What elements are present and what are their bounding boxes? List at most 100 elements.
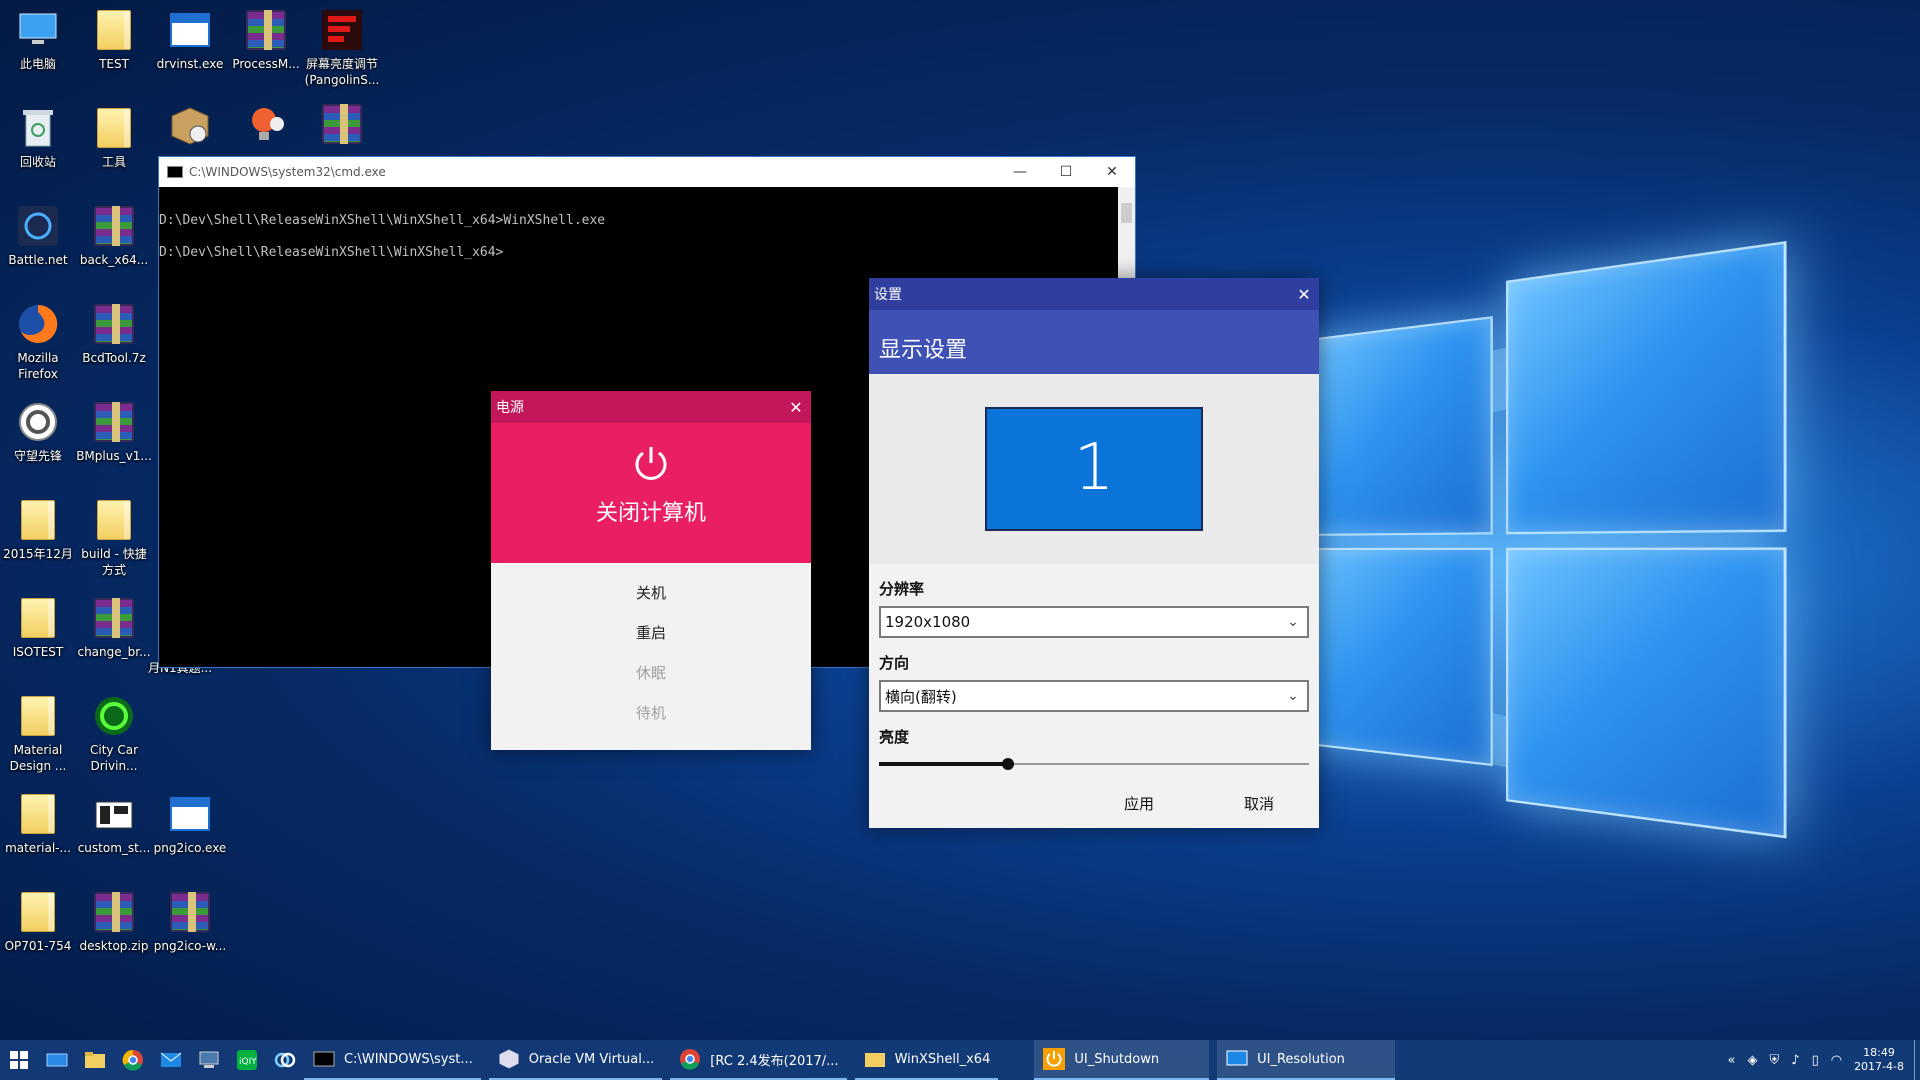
- desktop-icon-firefox[interactable]: Mozilla Firefox: [0, 302, 76, 382]
- desktop-icon-processm[interactable]: ProcessM...: [228, 8, 304, 72]
- clock-time: 18:49: [1854, 1046, 1904, 1060]
- battlenet-icon: [16, 204, 60, 248]
- folder-icon: [84, 1051, 106, 1069]
- desktop-icon-custom-st[interactable]: custom_st...: [76, 792, 152, 856]
- desktop-icon-build-shortcut[interactable]: build - 快捷方式: [76, 498, 152, 578]
- desktop-icon-drvinst[interactable]: drvinst.exe: [152, 8, 228, 72]
- monitor-1[interactable]: 1: [985, 407, 1203, 531]
- hibernate-option: 休眠: [491, 653, 811, 693]
- desktop-icon-rar-top[interactable]: [304, 102, 380, 150]
- power-titlebar[interactable]: 电源 ✕: [491, 391, 811, 423]
- task-view-button[interactable]: [38, 1040, 76, 1080]
- standby-option: 待机: [491, 693, 811, 733]
- desktop-icon-2015-12[interactable]: 2015年12月: [0, 498, 76, 562]
- close-button[interactable]: ✕: [1089, 164, 1135, 180]
- city-car-icon: [92, 694, 136, 738]
- restart-option[interactable]: 重启: [491, 613, 811, 653]
- cmd-console[interactable]: D:\Dev\Shell\ReleaseWinXShell\WinXShell_…: [159, 187, 1135, 269]
- desktop-icon-city-car[interactable]: City Car Drivin...: [76, 694, 152, 774]
- wifi-icon[interactable]: ◠: [1831, 1053, 1842, 1068]
- desktop-icon-material-design[interactable]: Material Design ...: [0, 694, 76, 774]
- rar-icon: [170, 892, 210, 932]
- rar-icon: [94, 892, 134, 932]
- custom-icon: [92, 792, 136, 836]
- computer-icon: [198, 1051, 220, 1069]
- desktop-icon-battlenet[interactable]: Battle.net: [0, 204, 76, 268]
- desktop-icon-bcdtool[interactable]: BcdTool.7z: [76, 302, 152, 366]
- desktop-icon-back-x64[interactable]: back_x64...: [76, 204, 152, 268]
- resolution-select[interactable]: 1920x1080 ⌄: [879, 606, 1309, 638]
- chrome-icon: [122, 1049, 144, 1071]
- display-settings-dialog[interactable]: 设置 ✕ 显示设置 1 分辨率 1920x1080 ⌄ 方向 横向(翻转) ⌄ …: [869, 278, 1319, 828]
- wallpaper-windows-logo: [1300, 281, 1775, 819]
- iqiyi-button[interactable]: iQIY: [228, 1040, 266, 1080]
- apply-button[interactable]: 应用: [1079, 793, 1199, 814]
- resolution-label: 分辨率: [869, 564, 1319, 600]
- rar-icon: [94, 206, 134, 246]
- desktop-icon-op701[interactable]: OP701-754: [0, 890, 76, 954]
- svg-text:iQIY: iQIY: [239, 1057, 257, 1067]
- desktop-icon-brightness[interactable]: 屏幕亮度调节 (PangolinS...: [304, 8, 380, 88]
- desktop-icon-isotest[interactable]: ISOTEST: [0, 596, 76, 660]
- power-icon: [1042, 1047, 1066, 1071]
- shield-icon[interactable]: ⛨: [1770, 1053, 1780, 1068]
- settings-titlebar[interactable]: 设置 ✕: [869, 278, 1319, 310]
- file-explorer-button[interactable]: [76, 1040, 114, 1080]
- desktop-icon-this-pc[interactable]: 此电脑: [0, 8, 76, 72]
- desktop-icon-package[interactable]: [152, 102, 228, 150]
- monitor-preview: 1: [869, 374, 1319, 564]
- slider-thumb[interactable]: [1002, 758, 1014, 770]
- desktop-icon-change-br[interactable]: change_br...: [76, 596, 152, 660]
- rar-icon: [94, 402, 134, 442]
- mail-button[interactable]: [152, 1040, 190, 1080]
- orientation-select[interactable]: 横向(翻转) ⌄: [879, 680, 1309, 712]
- start-button[interactable]: [0, 1040, 38, 1080]
- iqiyi-icon: iQIY: [236, 1049, 258, 1071]
- close-button[interactable]: ✕: [781, 398, 811, 417]
- desktop-icon-bmplus[interactable]: BMplus_v1...: [76, 400, 152, 464]
- folder-icon: [21, 696, 55, 736]
- shutdown-option[interactable]: 关机: [491, 573, 811, 613]
- taskbar-app-chrome[interactable]: [RC 2.4发布(2017/...: [670, 1040, 846, 1080]
- orientation-value: 横向(翻转): [885, 686, 957, 707]
- taskbar-app-virtualbox[interactable]: Oracle VM Virtual...: [489, 1040, 663, 1080]
- close-button[interactable]: ✕: [1289, 285, 1319, 304]
- computer-button[interactable]: [190, 1040, 228, 1080]
- desktop-icon-test[interactable]: TEST: [76, 8, 152, 72]
- volume-icon[interactable]: ♪: [1791, 1053, 1799, 1068]
- minimize-button[interactable]: —: [997, 164, 1043, 180]
- chrome-icon: [678, 1047, 702, 1071]
- desktop-icon-tools[interactable]: 工具: [76, 106, 152, 170]
- power-dialog[interactable]: 电源 ✕ 关闭计算机 关机 重启 休眠 待机: [491, 391, 811, 750]
- desktop-icon-overwatch[interactable]: 守望先锋: [0, 400, 76, 464]
- cmd-titlebar[interactable]: C:\WINDOWS\system32\cmd.exe — ☐ ✕: [159, 157, 1135, 187]
- battery-icon[interactable]: ▯: [1812, 1053, 1819, 1068]
- orientation-label: 方向: [869, 638, 1319, 674]
- desktop-icon-material[interactable]: material-...: [0, 792, 76, 856]
- folder-icon: [97, 108, 131, 148]
- desktop-icon-png2ico[interactable]: png2ico.exe: [152, 792, 228, 856]
- chevron-left-icon[interactable]: «: [1728, 1053, 1736, 1068]
- desktop-icon-png2ico-w[interactable]: png2ico-w...: [152, 890, 228, 954]
- baidu-netdisk-button[interactable]: [266, 1040, 304, 1080]
- mail-icon: [160, 1052, 182, 1068]
- taskbar-app-ui-shutdown[interactable]: UI_Shutdown: [1034, 1040, 1209, 1080]
- settings-heading: 显示设置: [869, 310, 1319, 374]
- security-icon[interactable]: ◈: [1748, 1053, 1758, 1068]
- show-desktop-button[interactable]: [1914, 1040, 1920, 1080]
- taskbar-app-ui-resolution[interactable]: UI_Resolution: [1217, 1040, 1395, 1080]
- maximize-button[interactable]: ☐: [1043, 164, 1089, 180]
- task-view-icon: [46, 1052, 68, 1068]
- desktop-icon-desktop-zip[interactable]: desktop.zip: [76, 890, 152, 954]
- desktop-icon-bulb[interactable]: [228, 102, 304, 150]
- brightness-app-icon: [320, 8, 364, 52]
- desktop-icon-recycle-bin[interactable]: 回收站: [0, 106, 76, 170]
- cancel-button[interactable]: 取消: [1199, 793, 1319, 814]
- taskbar-app-cmd[interactable]: C:\WINDOWS\syst...: [304, 1040, 481, 1080]
- chrome-button[interactable]: [114, 1040, 152, 1080]
- clock[interactable]: 18:49 2017-4-8: [1848, 1046, 1914, 1074]
- brightness-slider[interactable]: [879, 756, 1309, 772]
- exe-icon: [170, 797, 210, 831]
- taskbar-app-explorer[interactable]: WinXShell_x64: [855, 1040, 999, 1080]
- folder-shortcut-icon: [97, 500, 131, 540]
